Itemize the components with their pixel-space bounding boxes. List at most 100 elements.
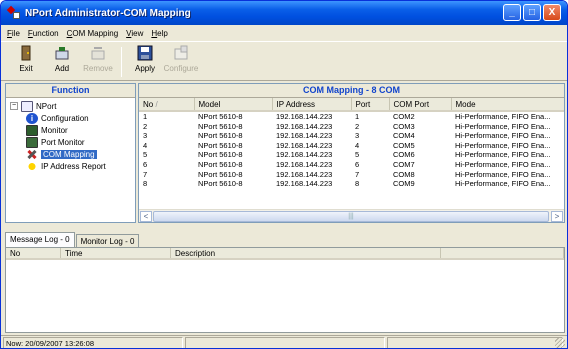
log-header-row: No Time Description bbox=[6, 248, 564, 260]
scroll-left-icon[interactable]: < bbox=[140, 211, 152, 222]
menu-file[interactable]: File bbox=[7, 29, 20, 38]
add-button[interactable]: Add bbox=[45, 42, 79, 80]
cell-ip-address: 192.168.144.223 bbox=[276, 169, 333, 179]
table-row[interactable]: 7 NPort 5610-8 192.168.144.223 7 COM8 Hi-Perf… bbox=[139, 169, 564, 180]
cell-model: NPort 5610-8 bbox=[198, 150, 243, 160]
com-mapping-panel: COM Mapping - 8 COM No / Model IP Addres… bbox=[138, 83, 565, 223]
apply-button[interactable]: Apply bbox=[128, 42, 162, 80]
log-col-time[interactable]: Time bbox=[61, 248, 171, 258]
tab-monitor-log[interactable]: Monitor Log - 0 bbox=[75, 234, 140, 247]
cell-no: 5 bbox=[143, 150, 148, 160]
cell-com-port: COM6 bbox=[393, 150, 415, 160]
cell-ip-address: 192.168.144.223 bbox=[276, 112, 333, 121]
cell-no: 6 bbox=[143, 159, 148, 169]
configure-icon bbox=[173, 45, 189, 61]
function-tree: − NPort i Configuration Monitor Port Mon… bbox=[6, 98, 135, 172]
col-ip-address[interactable]: IP Address bbox=[272, 98, 352, 112]
remove-button[interactable]: Remove bbox=[81, 42, 115, 80]
cell-mode: Hi-Performance, FIFO Ena... bbox=[455, 140, 551, 150]
nport-device-icon bbox=[21, 100, 33, 112]
tree-item-ip-address-report[interactable]: IP Address Report bbox=[10, 160, 135, 172]
cell-mode: Hi-Performance, FIFO Ena... bbox=[455, 112, 551, 121]
sort-arrow-icon: / bbox=[155, 99, 158, 109]
menu-com-mapping[interactable]: COM Mapping bbox=[67, 29, 119, 38]
col-com-port[interactable]: COM Port bbox=[389, 98, 452, 112]
cell-port: 8 bbox=[355, 179, 360, 189]
cell-port: 5 bbox=[355, 150, 360, 160]
tab-message-log[interactable]: Message Log - 0 bbox=[5, 232, 75, 247]
col-no[interactable]: No / bbox=[139, 98, 195, 112]
table-row[interactable]: 6 NPort 5610-8 192.168.144.223 6 COM7 Hi-Perf… bbox=[139, 159, 564, 170]
cell-port: 1 bbox=[355, 112, 360, 121]
table-row[interactable]: 3 NPort 5610-8 192.168.144.223 3 COM4 Hi-Perf… bbox=[139, 131, 564, 141]
table-row[interactable]: 2 NPort 5610-8 192.168.144.223 2 COM3 Hi-Perf… bbox=[139, 121, 564, 132]
cell-mode: Hi-Performance, FIFO Ena... bbox=[455, 121, 551, 131]
exit-button[interactable]: Exit bbox=[9, 42, 43, 80]
tree-item-configuration[interactable]: i Configuration bbox=[10, 112, 135, 124]
tree-item-com-mapping[interactable]: COM Mapping bbox=[10, 148, 135, 160]
table-row[interactable]: 8 NPort 5610-8 192.168.144.223 8 COM9 Hi-Perf… bbox=[139, 179, 564, 189]
cell-no: 8 bbox=[143, 179, 148, 189]
cell-model: NPort 5610-8 bbox=[198, 159, 243, 169]
resize-grip[interactable] bbox=[555, 338, 565, 348]
menu-view[interactable]: View bbox=[126, 29, 143, 38]
col-mode[interactable]: Mode bbox=[451, 98, 564, 112]
nport-app-icon bbox=[6, 5, 21, 20]
menu-function[interactable]: Function bbox=[28, 29, 59, 38]
cell-no: 4 bbox=[143, 140, 148, 150]
cell-ip-address: 192.168.144.223 bbox=[276, 150, 333, 160]
cell-ip-address: 192.168.144.223 bbox=[276, 179, 333, 189]
collapse-icon[interactable]: − bbox=[10, 102, 18, 110]
cell-ip-address: 192.168.144.223 bbox=[276, 131, 333, 141]
com-mapping-table: No / Model IP Address Port COM Port Mode… bbox=[139, 98, 564, 189]
add-icon bbox=[54, 45, 70, 61]
col-model[interactable]: Model bbox=[194, 98, 273, 112]
cell-mode: Hi-Performance, FIFO Ena... bbox=[455, 131, 551, 141]
menu-bar: File Function COM Mapping View Help bbox=[1, 25, 567, 41]
configure-button[interactable]: Configure bbox=[164, 42, 198, 80]
cell-com-port: COM5 bbox=[393, 140, 415, 150]
scroll-right-icon[interactable]: > bbox=[551, 211, 563, 222]
status-bar: Now: 20/09/2007 13:26:08 bbox=[1, 335, 567, 348]
cell-com-port: COM8 bbox=[393, 169, 415, 179]
tree-item-port-monitor[interactable]: Port Monitor bbox=[10, 136, 135, 148]
com-mapping-rows: 1 NPort 5610-8 192.168.144.223 1 COM2 Hi-Perf… bbox=[139, 111, 564, 189]
horizontal-scrollbar[interactable]: < ||| > bbox=[139, 209, 564, 222]
log-col-description[interactable]: Description bbox=[171, 248, 441, 258]
table-row[interactable]: 1 NPort 5610-8 192.168.144.223 1 COM2 Hi-Perf… bbox=[139, 111, 564, 122]
cell-ip-address: 192.168.144.223 bbox=[276, 140, 333, 150]
cell-model: NPort 5610-8 bbox=[198, 140, 243, 150]
tree-item-monitor[interactable]: Monitor bbox=[10, 124, 135, 136]
cell-com-port: COM3 bbox=[393, 121, 415, 131]
status-panel-2 bbox=[185, 337, 385, 348]
title-bar[interactable]: NPort Administrator-COM Mapping _ □ X bbox=[1, 1, 567, 25]
col-port[interactable]: Port bbox=[351, 98, 390, 112]
menu-help[interactable]: Help bbox=[151, 29, 167, 38]
port-monitor-icon bbox=[26, 136, 38, 148]
cell-com-port: COM2 bbox=[393, 112, 415, 121]
close-button[interactable]: X bbox=[543, 4, 561, 21]
table-row[interactable]: 4 NPort 5610-8 192.168.144.223 4 COM5 Hi-Perf… bbox=[139, 140, 564, 151]
window-title: NPort Administrator-COM Mapping bbox=[25, 7, 191, 19]
log-col-no[interactable]: No bbox=[6, 248, 61, 258]
log-tabs: Message Log - 0 Monitor Log - 0 bbox=[5, 231, 140, 247]
cell-no: 2 bbox=[143, 121, 148, 131]
cell-com-port: COM4 bbox=[393, 131, 415, 141]
cell-mode: Hi-Performance, FIFO Ena... bbox=[455, 150, 551, 160]
save-disk-icon bbox=[137, 45, 153, 61]
toolbar: Exit Add Remove Apply Configure bbox=[1, 41, 567, 81]
minimize-button[interactable]: _ bbox=[503, 4, 521, 21]
log-panel: No Time Description bbox=[5, 247, 565, 333]
scroll-thumb[interactable]: ||| bbox=[153, 211, 549, 222]
cell-mode: Hi-Performance, FIFO Ena... bbox=[455, 159, 551, 169]
maximize-button[interactable]: □ bbox=[523, 4, 541, 21]
table-row[interactable]: 5 NPort 5610-8 192.168.144.223 5 COM6 Hi-Perf… bbox=[139, 150, 564, 160]
cell-port: 4 bbox=[355, 140, 360, 150]
cell-ip-address: 192.168.144.223 bbox=[276, 159, 333, 169]
cell-model: NPort 5610-8 bbox=[198, 121, 243, 131]
info-icon: i bbox=[26, 112, 38, 124]
cell-port: 3 bbox=[355, 131, 360, 141]
log-col-extra bbox=[441, 248, 564, 258]
table-header-row: No / Model IP Address Port COM Port Mode bbox=[139, 98, 564, 112]
tree-item-nport[interactable]: − NPort bbox=[10, 100, 135, 112]
